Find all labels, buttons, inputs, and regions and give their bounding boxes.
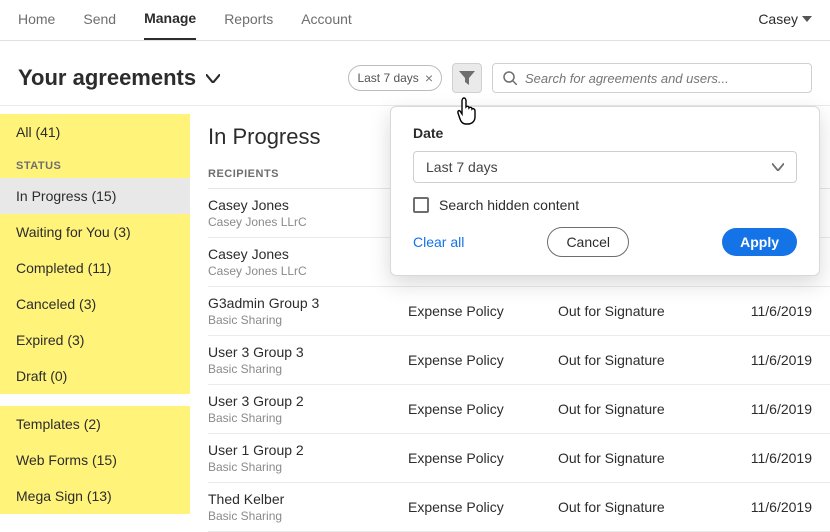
recipient-sub: Basic Sharing [208,313,408,327]
table-row[interactable]: User 3 Group 3 Basic SharingExpense Polic… [208,336,830,385]
chip-remove-icon[interactable]: × [425,70,433,86]
recipient-sub: Basic Sharing [208,460,408,474]
sidebar-item-completed[interactable]: Completed (11) [0,250,190,286]
search-hidden-label: Search hidden content [439,197,579,213]
page-title-text: Your agreements [18,65,196,91]
page-header: Your agreements Last 7 days × [0,41,830,105]
document-name: Expense Policy [408,303,558,319]
table-row[interactable]: Thed Kelber Basic SharingExpense PolicyOu… [208,483,830,532]
status-text: Out for Signature [558,450,718,466]
recipient-sub: Casey Jones LLrC [208,215,408,229]
date-text: 11/6/2019 [718,499,830,515]
nav-send[interactable]: Send [83,11,116,39]
document-name: Expense Policy [408,401,558,417]
sidebar: All (41) STATUS In Progress (15) Waiting… [0,106,190,532]
sidebar-item-all[interactable]: All (41) [0,114,190,150]
recipient-name: User 3 Group 2 [208,393,408,409]
chevron-down-icon [802,16,812,22]
document-name: Expense Policy [408,499,558,515]
document-name: Expense Policy [408,450,558,466]
filter-icon [459,71,475,85]
date-range-value: Last 7 days [426,159,498,175]
chevron-down-icon [772,163,784,171]
cancel-button[interactable]: Cancel [547,227,629,257]
status-text: Out for Signature [558,499,718,515]
checkbox-icon [413,197,429,213]
user-name: Casey [758,11,798,27]
filter-chip-label: Last 7 days [357,71,418,85]
search-box[interactable] [492,63,812,93]
recipient-sub: Basic Sharing [208,411,408,425]
nav-account[interactable]: Account [301,11,352,39]
sidebar-item-webforms[interactable]: Web Forms (15) [0,442,190,478]
filter-chip-last7days[interactable]: Last 7 days × [348,65,442,91]
sidebar-item-canceled[interactable]: Canceled (3) [0,286,190,322]
search-input[interactable] [525,71,801,86]
recipient-sub: Casey Jones LLrC [208,264,408,278]
sidebar-item-expired[interactable]: Expired (3) [0,322,190,358]
recipient-sub: Basic Sharing [208,509,408,523]
status-text: Out for Signature [558,352,718,368]
recipient-name: Thed Kelber [208,491,408,507]
search-icon [503,71,517,85]
sidebar-head-status: STATUS [0,150,190,178]
page-title[interactable]: Your agreements [18,65,220,91]
date-text: 11/6/2019 [718,450,830,466]
top-nav: Home Send Manage Reports Account Casey [0,0,830,41]
recipient-name: User 3 Group 3 [208,344,408,360]
header-tools: Last 7 days × [348,63,812,93]
date-range-select[interactable]: Last 7 days [413,151,797,183]
search-hidden-checkbox[interactable]: Search hidden content [413,197,797,213]
filter-button[interactable] [452,63,482,93]
nav-reports[interactable]: Reports [224,11,273,39]
page-body: All (41) STATUS In Progress (15) Waiting… [0,105,830,532]
document-name: Expense Policy [408,352,558,368]
recipient-name: Casey Jones [208,246,408,262]
table-row[interactable]: G3admin Group 3 Basic SharingExpense Poli… [208,287,830,336]
filter-popover: Date Last 7 days Search hidden content C… [390,106,820,276]
apply-button[interactable]: Apply [722,228,797,256]
recipient-name: User 1 Group 2 [208,442,408,458]
nav-manage[interactable]: Manage [144,10,196,40]
main-content: In Progress RECIPIENTS Casey JonesCasey … [190,106,830,532]
clear-all-link[interactable]: Clear all [413,234,464,250]
status-text: Out for Signature [558,401,718,417]
sidebar-item-templates[interactable]: Templates (2) [0,406,190,442]
sidebar-item-megasign[interactable]: Mega Sign (13) [0,478,190,514]
recipient-sub: Basic Sharing [208,362,408,376]
sidebar-item-waiting[interactable]: Waiting for You (3) [0,214,190,250]
user-menu[interactable]: Casey [758,11,812,39]
sidebar-item-in-progress[interactable]: In Progress (15) [0,178,190,214]
recipient-name: Casey Jones [208,197,408,213]
status-text: Out for Signature [558,303,718,319]
date-text: 11/6/2019 [718,352,830,368]
chevron-down-icon [206,74,220,83]
popover-date-label: Date [413,125,797,141]
table-row[interactable]: User 1 Group 2 Basic SharingExpense Polic… [208,434,830,483]
nav-home[interactable]: Home [18,11,55,39]
table-row[interactable]: User 3 Group 2 Basic SharingExpense Polic… [208,385,830,434]
recipient-name: G3admin Group 3 [208,295,408,311]
popover-actions: Clear all Cancel Apply [413,227,797,257]
date-text: 11/6/2019 [718,303,830,319]
sidebar-item-draft[interactable]: Draft (0) [0,358,190,394]
date-text: 11/6/2019 [718,401,830,417]
